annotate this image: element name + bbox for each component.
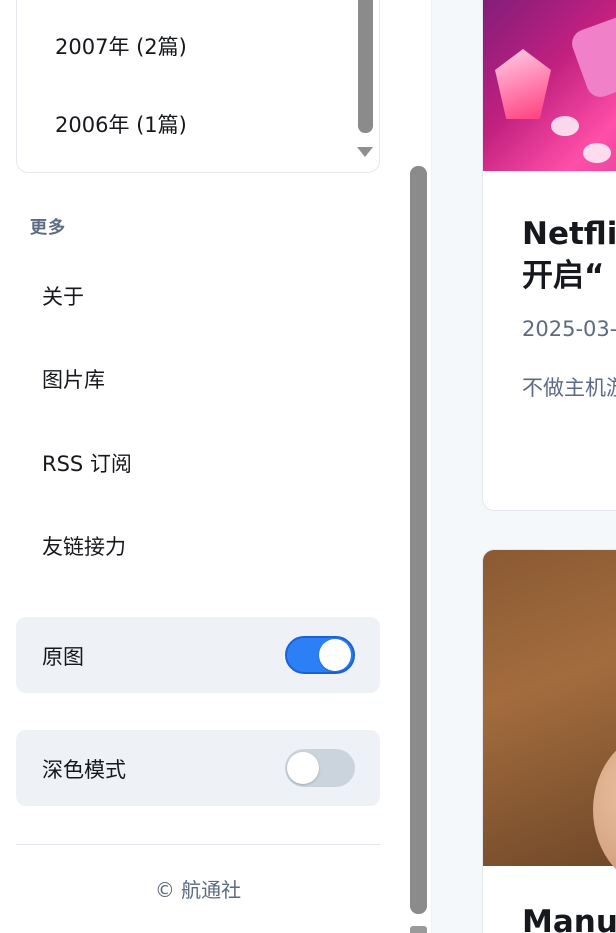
post-title-line2[interactable]: 开启“ <box>522 255 616 297</box>
original-image-switch[interactable] <box>285 636 355 674</box>
archive-item-2006[interactable]: 2006年 (1篇) <box>55 109 187 139</box>
main-content: Netflix 开启“ 2025-03- 不做主机游 Manus <box>432 0 616 933</box>
dark-mode-toggle-row: 深色模式 <box>16 730 380 806</box>
cover-shape <box>568 11 616 101</box>
archive-list[interactable]: 2007年 (2篇) 2006年 (1篇) <box>16 0 380 173</box>
post-title[interactable]: Manus <box>522 904 616 933</box>
cover-gem-shape <box>495 49 551 119</box>
archive-scroll-down-arrow-icon[interactable] <box>357 147 373 157</box>
post-title-line1[interactable]: Netflix <box>522 213 616 255</box>
archive-item-2007[interactable]: 2007年 (2篇) <box>55 31 187 61</box>
switch-knob <box>287 752 319 784</box>
cover-shape <box>551 116 579 136</box>
post-date: 2025-03- <box>522 317 616 341</box>
copyright-text: © 航通社 <box>154 878 242 902</box>
post-cover-image[interactable] <box>483 550 616 890</box>
nav-item-about[interactable]: 关于 <box>42 281 84 311</box>
nav-item-gallery[interactable]: 图片库 <box>42 364 105 394</box>
archive-scrollbar-thumb[interactable] <box>358 0 373 133</box>
post-title[interactable]: Netflix 开启“ <box>522 213 616 297</box>
switch-knob <box>319 639 351 671</box>
sidebar-scrollbar-thumb[interactable] <box>410 166 427 914</box>
post-cover-image[interactable] <box>483 0 616 171</box>
cover-shape <box>583 143 611 163</box>
sidebar: 2007年 (2篇) 2006年 (1篇) 更多 关于 图片库 RSS 订阅 友… <box>0 0 432 933</box>
cover-face-shape <box>593 730 616 890</box>
post-card[interactable]: Manus <box>482 549 616 933</box>
nav-item-friend-links[interactable]: 友链接力 <box>42 531 126 561</box>
post-card[interactable]: Netflix 开启“ 2025-03- 不做主机游 <box>482 0 616 511</box>
original-image-toggle-row: 原图 <box>16 617 380 693</box>
footer-divider <box>16 844 380 845</box>
nav-item-rss[interactable]: RSS 订阅 <box>42 448 132 478</box>
more-section-heading: 更多 <box>30 218 66 238</box>
original-image-label: 原图 <box>42 645 84 669</box>
dark-mode-switch[interactable] <box>285 749 355 787</box>
dark-mode-label: 深色模式 <box>42 758 126 782</box>
post-excerpt: 不做主机游 <box>522 376 616 400</box>
sidebar-scroll-down-arrow-icon[interactable] <box>410 926 427 933</box>
